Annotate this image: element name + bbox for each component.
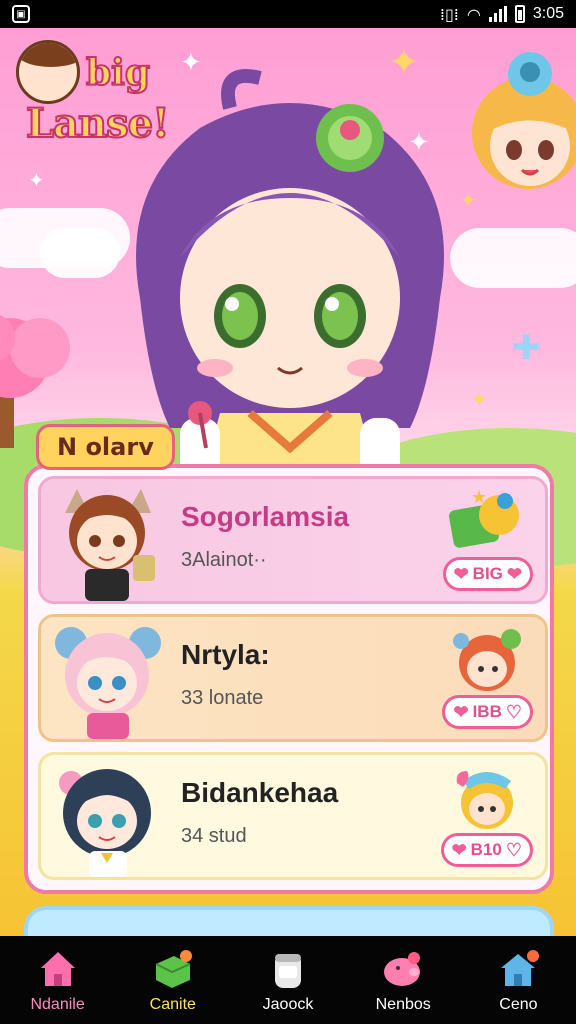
- list-item[interactable]: Sogorlamsia 3Alainot·· ★ ❤ BIG ❤: [38, 476, 548, 604]
- corner-chibi-character[interactable]: [466, 38, 576, 208]
- logo-mascot: [16, 40, 80, 104]
- reward-badge[interactable]: ❤ IBB ♡: [442, 695, 533, 729]
- favorite-cube-icon: [155, 950, 192, 988]
- sparkle-icon: ✦: [470, 388, 489, 413]
- wifi-icon: ◠: [466, 4, 481, 24]
- avatar: [55, 627, 161, 739]
- signal-icon: [488, 6, 507, 22]
- nav-label: Canite: [149, 996, 196, 1013]
- vibrate-icon: ⁞▯⁞: [439, 4, 459, 24]
- sparkle-icon: ✚: [512, 328, 541, 368]
- list-item-partial[interactable]: [24, 906, 554, 936]
- reward-badge[interactable]: ❤ BIG ❤: [442, 557, 533, 591]
- home-scene: ✦ ✦ ✦ ✦ ✦ ✚ ✦ big Lanse! N olarv Sogorla…: [0, 28, 576, 936]
- nav-label: Ceno: [499, 996, 538, 1013]
- item-title: Bidankehaa: [181, 777, 339, 808]
- mini-chibi-icon: [453, 629, 521, 691]
- heart-icon: ♡: [505, 839, 522, 860]
- nav-item-favorites[interactable]: Canite: [115, 936, 230, 1024]
- list-item[interactable]: Nrtyla: 33 lonate ❤ IBB ♡: [38, 614, 548, 742]
- sparkle-icon: ✦: [28, 168, 45, 192]
- clock: 3:05: [532, 5, 564, 22]
- item-subtitle: 33 lonate: [181, 687, 264, 709]
- badge-label: BIG: [472, 564, 503, 583]
- avatar: [65, 489, 155, 601]
- status-bar: ▣ ⁞▯⁞ ◠ 3:05: [0, 0, 576, 28]
- heart-icon: ❤: [453, 701, 469, 722]
- badge-label: IBB: [472, 702, 502, 721]
- heart-icon: ❤: [453, 563, 469, 584]
- mini-chibi-icon: [456, 771, 513, 829]
- nav-item-pig[interactable]: Nenbos: [346, 936, 461, 1024]
- nav-item-house[interactable]: Ceno: [461, 936, 576, 1024]
- jar-icon: [275, 954, 301, 988]
- section-tag[interactable]: N olarv: [36, 424, 175, 470]
- character-list: Sogorlamsia 3Alainot·· ★ ❤ BIG ❤ Nrtyla:…: [24, 464, 554, 894]
- item-subtitle: 3Alainot··: [181, 549, 267, 571]
- avatar: [59, 769, 151, 877]
- badge-label: B10: [470, 840, 502, 859]
- gift-box-icon: ★: [449, 487, 519, 548]
- nav-label: Nenbos: [375, 996, 431, 1013]
- nav-item-jar[interactable]: Jaoock: [230, 936, 345, 1024]
- item-subtitle: 34 stud: [181, 825, 247, 847]
- nav-label: Jaoock: [262, 996, 314, 1013]
- item-title: Sogorlamsia: [181, 501, 350, 532]
- heart-icon: ❤: [506, 563, 522, 584]
- list-item[interactable]: Bidankehaa 34 stud ❤ B10 ♡: [38, 752, 548, 880]
- svg-text:★: ★: [471, 487, 487, 508]
- heart-icon: ♡: [505, 701, 522, 722]
- item-title: Nrtyla:: [181, 639, 270, 670]
- pig-icon: [384, 952, 421, 986]
- bottom-nav: Ndanile Canite Jaoock Nenbos Ceno: [0, 936, 576, 1024]
- gallery-icon: ▣: [12, 5, 30, 23]
- nav-label: Ndanile: [30, 996, 85, 1013]
- house-icon: [501, 950, 540, 986]
- home-icon: [40, 952, 75, 986]
- heart-icon: ❤: [451, 839, 467, 860]
- battery-icon: [514, 5, 525, 23]
- reward-badge[interactable]: ❤ B10 ♡: [440, 833, 533, 867]
- nav-item-home[interactable]: Ndanile: [0, 936, 115, 1024]
- cloud-decoration: [40, 228, 120, 278]
